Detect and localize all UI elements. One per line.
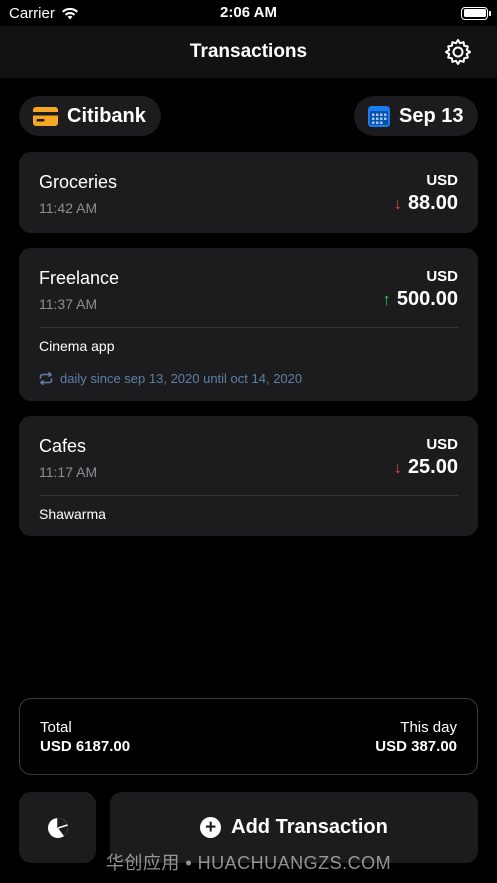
arrow-up-icon: ↑ (382, 289, 391, 309)
transaction-title: Groceries (39, 172, 118, 192)
transaction-currency: USD (426, 436, 458, 453)
arrow-down-icon: ↓ (393, 193, 402, 213)
total-value: USD 6187.00 (40, 737, 131, 755)
credit-card-icon (33, 106, 58, 126)
transaction-note: Shawarma (39, 506, 106, 522)
transaction-time: 11:17 AM (39, 464, 98, 480)
transaction-card[interactable]: Groceries 11:42 AM USD ↓ 88.00 (19, 152, 478, 233)
repeat-icon (39, 372, 53, 385)
day-label: This day (400, 718, 457, 736)
summary-panel: Total USD 6187.00 This day USD 387.00 (19, 698, 478, 775)
transaction-time: 11:42 AM (39, 200, 98, 216)
account-label: Citibank (67, 104, 146, 127)
divider (39, 495, 458, 496)
date-label: Sep 13 (399, 104, 464, 127)
transaction-amount: 88.00 (407, 192, 458, 214)
transaction-amount: 500.00 (396, 288, 458, 310)
transaction-amount: 25.00 (407, 456, 458, 478)
divider (39, 327, 458, 328)
total-summary: Total USD 6187.00 (40, 719, 130, 755)
arrow-down-icon: ↓ (393, 457, 402, 477)
day-value: USD 387.00 (375, 737, 457, 755)
transaction-card[interactable]: Cafes 11:17 AM USD ↓ 25.00 Shawarma (19, 416, 478, 536)
repeat-info: daily since sep 13, 2020 until oct 14, 2… (39, 371, 458, 386)
transaction-title: Cafes (39, 436, 87, 456)
page-title: Transactions (189, 41, 308, 62)
battery-icon (461, 6, 491, 20)
status-time: 2:06 AM (220, 4, 277, 21)
total-label: Total (40, 718, 72, 736)
transaction-time: 11:37 AM (39, 296, 98, 312)
plus-icon: + (200, 817, 222, 838)
transaction-note: Cinema app (39, 338, 115, 354)
gear-icon[interactable] (443, 37, 473, 67)
status-bar: Carrier 2:06 AM (0, 0, 497, 26)
pie-chart-icon (47, 817, 68, 838)
nav-bar: Transactions (0, 26, 497, 78)
watermark: 华创应用 • HUACHUANGZS.COM (105, 853, 392, 873)
day-summary: This day USD 387.00 (375, 719, 457, 755)
add-transaction-label: Add Transaction (231, 816, 388, 838)
repeat-text: daily since sep 13, 2020 until oct 14, 2… (60, 371, 303, 386)
date-selector[interactable]: Sep 13 (354, 96, 478, 136)
transaction-currency: USD (426, 268, 458, 285)
calendar-icon (368, 105, 390, 127)
transaction-currency: USD (426, 172, 458, 189)
transaction-card[interactable]: Freelance 11:37 AM USD ↑ 500.00 Cinema a… (19, 248, 478, 401)
transaction-title: Freelance (39, 268, 120, 288)
account-selector[interactable]: Citibank (19, 96, 161, 136)
